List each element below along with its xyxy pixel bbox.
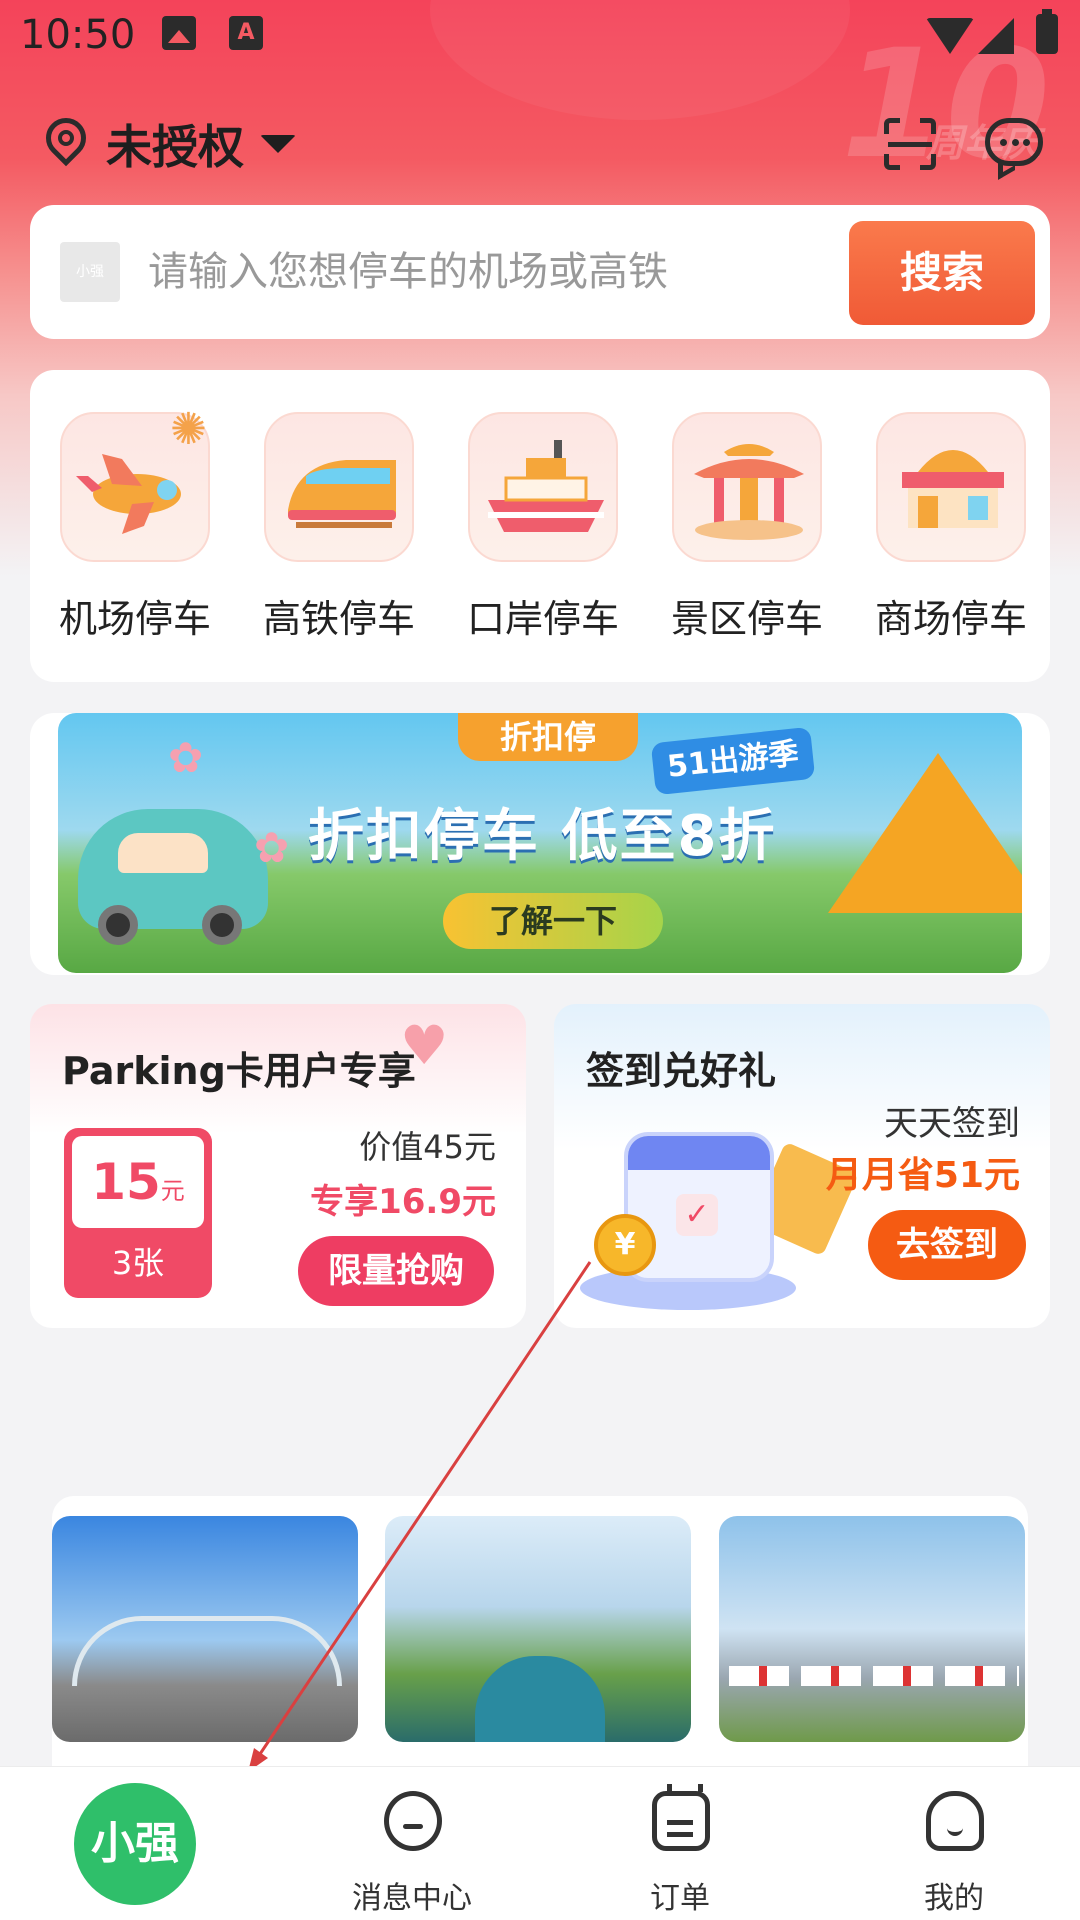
airport-photo[interactable] <box>385 1516 691 1742</box>
daily-signin-text: 天天签到 <box>884 1104 1020 1144</box>
message-icon <box>384 1791 442 1851</box>
a-badge-icon: A <box>229 16 263 50</box>
flower-icon: ✿ <box>168 733 204 782</box>
search-input[interactable] <box>148 239 708 305</box>
car-illustration <box>78 809 268 945</box>
flower-icon: ✿ <box>254 823 290 872</box>
coupon-count: 3张 <box>111 1244 165 1282</box>
search-button[interactable]: 搜索 <box>849 221 1035 325</box>
nav-label: 订单 <box>650 1881 710 1916</box>
nav-label: 我的 <box>924 1881 984 1916</box>
banner-headline: 折扣停车 低至8折 <box>308 804 777 869</box>
category-label: 口岸停车 <box>466 597 619 641</box>
tent-illustration <box>828 753 1022 913</box>
monthly-saving-text: 月月省51元 <box>825 1155 1020 1196</box>
chat-bubble-icon[interactable] <box>985 118 1043 166</box>
card-title: Parking卡用户专享 <box>62 1049 416 1093</box>
category-airport[interactable]: ✺ 机场停车 <box>50 404 220 652</box>
coupon: 15元 3张 <box>64 1128 212 1298</box>
wifi-icon <box>926 18 974 54</box>
bullet-train-icon <box>264 412 414 562</box>
category-mall[interactable]: 商场停车 <box>866 412 1036 652</box>
category-label: 景区停车 <box>670 597 823 641</box>
pavilion-icon <box>672 412 822 562</box>
banner-badge: 51出游季 <box>650 726 816 796</box>
ship-icon <box>468 412 618 562</box>
caret-down-icon <box>260 135 296 153</box>
scan-icon[interactable] <box>884 118 936 170</box>
coupon-unit: 元 <box>160 1177 185 1205</box>
card-title: 签到兑好礼 <box>586 1049 777 1093</box>
flash-buy-button[interactable]: 限量抢购 <box>298 1236 494 1306</box>
coin-icon: ¥ <box>594 1214 656 1276</box>
status-bar: 10:50 A <box>0 0 1080 74</box>
banner-image: ✿ ✿ 折扣停 51出游季 折扣停车 低至8折 了解一下 <box>58 713 1022 973</box>
app-logo: 小强 <box>60 242 120 302</box>
order-icon <box>652 1784 710 1851</box>
nav-label: 消息中心 <box>352 1881 472 1916</box>
promo-banner[interactable]: ✿ ✿ 折扣停 51出游季 折扣停车 低至8折 了解一下 <box>30 713 1050 975</box>
original-value: 价值45元 <box>359 1128 496 1166</box>
category-high-speed-rail[interactable]: 高铁停车 <box>254 412 424 652</box>
nav-orders[interactable]: 订单 <box>600 1784 760 1916</box>
bottom-navigation: 小强 消息中心 订单 我的 <box>0 1766 1080 1920</box>
sparkle-icon: ✺ <box>170 404 207 455</box>
category-scenic[interactable]: 景区停车 <box>662 412 832 652</box>
airport-photo-strip <box>52 1496 1028 1766</box>
banner-tag: 折扣停 <box>458 713 638 761</box>
location-selector[interactable]: 未授权 <box>37 109 296 176</box>
airport-photo[interactable] <box>52 1516 358 1742</box>
signin-card[interactable]: 签到兑好礼 ✓ ¥ 天天签到 月月省51元 去签到 <box>554 1004 1050 1328</box>
profile-icon <box>926 1791 984 1851</box>
location-label: 未授权 <box>106 120 244 174</box>
coupon-amount: 15 <box>91 1153 161 1211</box>
battery-charging-icon <box>1036 9 1058 54</box>
category-label: 高铁停车 <box>262 597 415 641</box>
category-panel: ✺ 机场停车 高铁停车 口岸停车 景区停车 商场停车 <box>30 370 1050 682</box>
signal-icon <box>978 18 1014 54</box>
image-icon <box>162 16 196 50</box>
nav-profile[interactable]: 我的 <box>874 1791 1034 1916</box>
parking-card-promo[interactable]: ♥ Parking卡用户专享 15元 3张 价值45元 专享16.9元 限量抢购 <box>30 1004 526 1328</box>
member-price: 专享16.9元 <box>310 1182 496 1222</box>
nav-home-button[interactable]: 小强 <box>74 1783 196 1905</box>
mall-icon <box>876 412 1026 562</box>
search-bar: 小强 搜索 <box>30 205 1050 339</box>
category-label: 机场停车 <box>58 597 211 641</box>
nav-messages[interactable]: 消息中心 <box>332 1791 492 1916</box>
category-port[interactable]: 口岸停车 <box>458 412 628 652</box>
status-time: 10:50 <box>20 12 136 58</box>
location-pin-icon <box>37 109 95 170</box>
banner-learn-more-button[interactable]: 了解一下 <box>443 893 663 949</box>
airport-photo[interactable] <box>719 1516 1025 1742</box>
category-label: 商场停车 <box>874 597 1027 641</box>
signin-button[interactable]: 去签到 <box>868 1210 1026 1280</box>
